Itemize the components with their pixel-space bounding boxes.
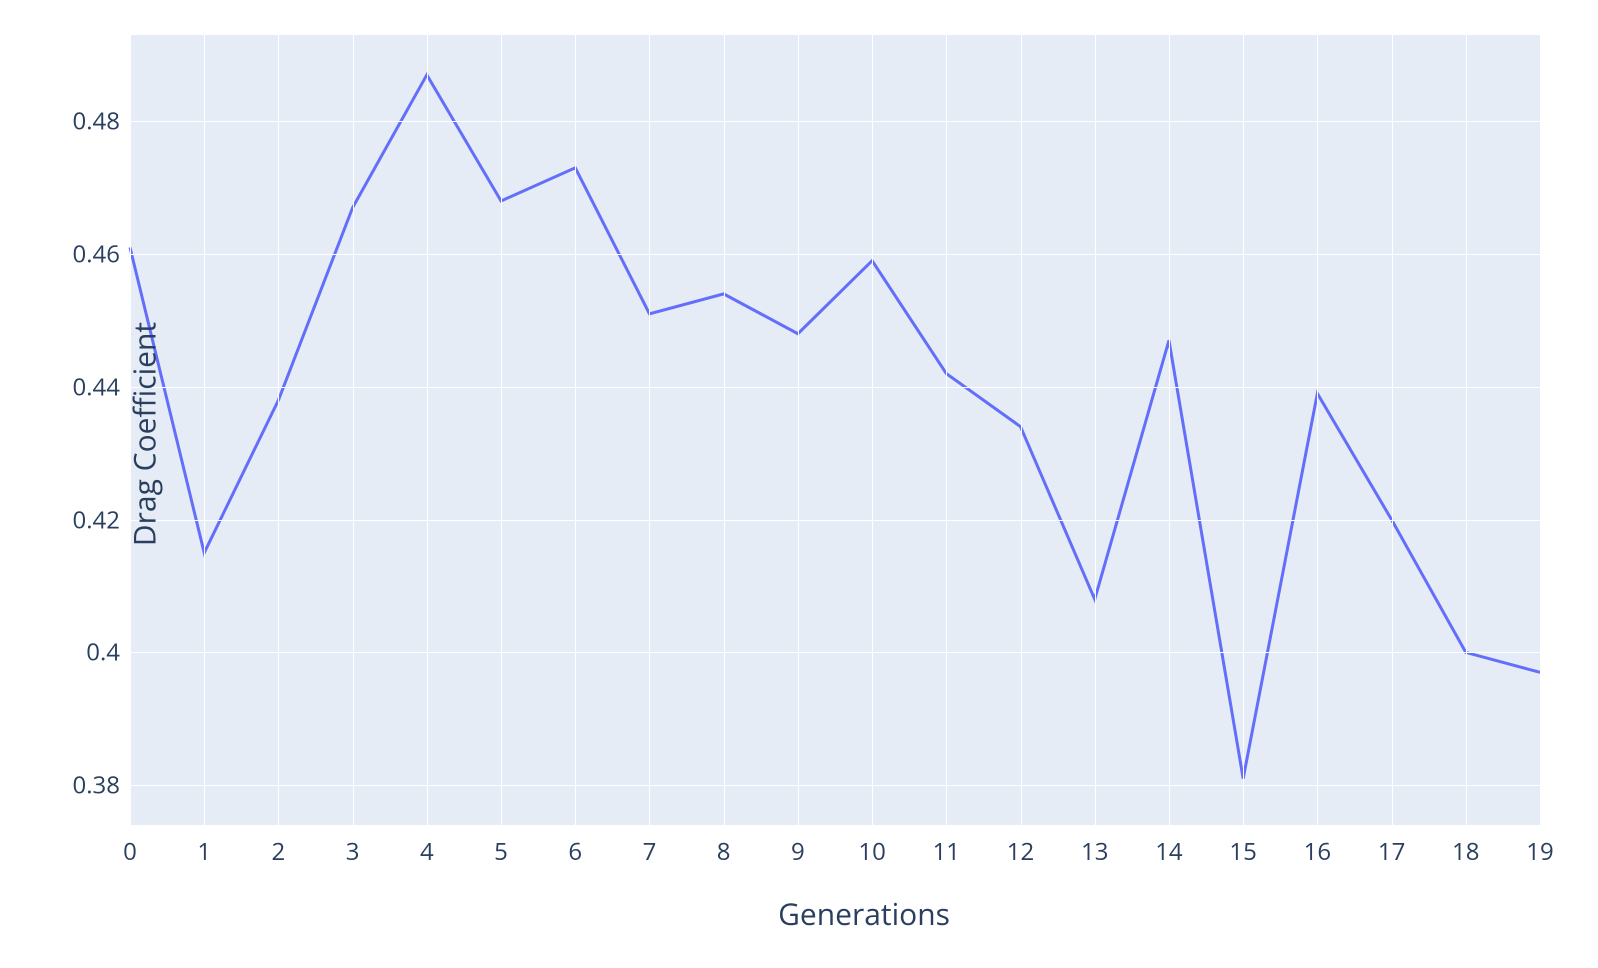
grid-line-vertical [1095,35,1096,825]
y-tick-label: 0.38 [73,769,120,802]
y-tick-label: 0.44 [73,370,120,403]
grid-line-horizontal [130,652,1540,653]
x-tick-label: 3 [346,835,360,868]
x-tick-label: 0 [123,835,137,868]
y-axis-title: Drag Coefficient [124,322,165,546]
x-tick-label: 14 [1155,835,1182,868]
grid-line-vertical [872,35,873,825]
grid-line-vertical [798,35,799,825]
x-tick-label: 7 [643,835,657,868]
x-tick-label: 17 [1378,835,1405,868]
plot-area [130,35,1540,825]
grid-line-vertical [1466,35,1467,825]
grid-line-horizontal [130,520,1540,521]
x-tick-label: 10 [858,835,885,868]
line-series [130,75,1540,779]
x-tick-label: 9 [791,835,805,868]
x-tick-label: 2 [272,835,286,868]
grid-line-vertical [1243,35,1244,825]
grid-line-vertical [575,35,576,825]
grid-line-vertical [204,35,205,825]
grid-line-vertical [1540,35,1541,825]
x-tick-label: 16 [1304,835,1331,868]
x-tick-label: 19 [1526,835,1553,868]
x-tick-label: 5 [494,835,508,868]
grid-line-vertical [724,35,725,825]
grid-line-vertical [427,35,428,825]
chart-container: Drag Coefficient Generations 01234567891… [0,0,1598,968]
grid-line-vertical [1169,35,1170,825]
x-tick-label: 8 [717,835,731,868]
x-tick-label: 6 [568,835,582,868]
grid-line-vertical [353,35,354,825]
grid-line-vertical [1392,35,1393,825]
x-tick-label: 18 [1452,835,1479,868]
y-tick-label: 0.46 [73,238,120,271]
grid-line-vertical [1021,35,1022,825]
y-tick-label: 0.4 [86,636,120,669]
x-tick-label: 13 [1081,835,1108,868]
grid-line-vertical [501,35,502,825]
grid-line-horizontal [130,121,1540,122]
y-tick-label: 0.48 [73,105,120,138]
x-tick-label: 11 [933,835,960,868]
x-axis-title: Generations [778,893,950,934]
x-tick-label: 15 [1229,835,1256,868]
line-series-svg [130,35,1540,825]
grid-line-horizontal [130,254,1540,255]
x-tick-label: 1 [197,835,211,868]
grid-line-vertical [278,35,279,825]
grid-line-vertical [946,35,947,825]
x-tick-label: 4 [420,835,434,868]
grid-line-horizontal [130,785,1540,786]
y-tick-label: 0.42 [73,503,120,536]
x-tick-label: 12 [1007,835,1034,868]
grid-line-vertical [649,35,650,825]
grid-line-horizontal [130,387,1540,388]
grid-line-vertical [1317,35,1318,825]
